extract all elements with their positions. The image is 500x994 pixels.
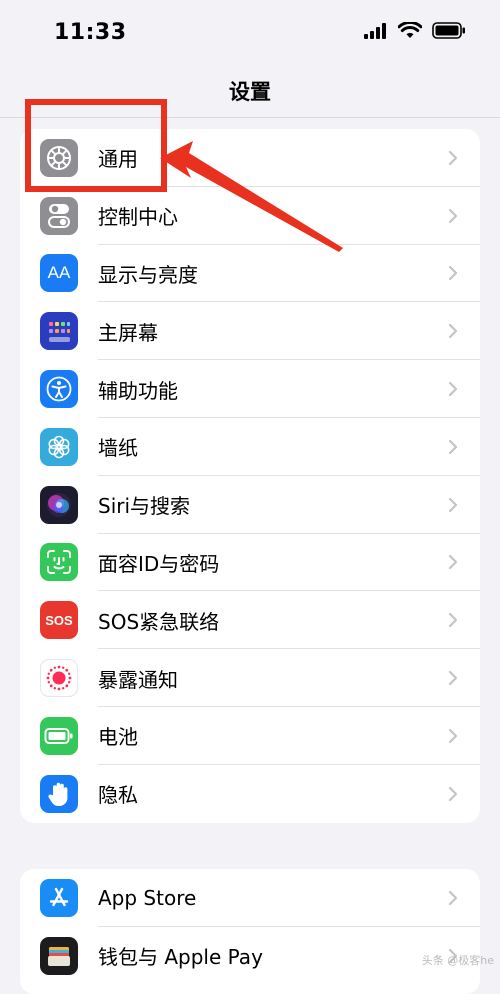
settings-row-display-brightness[interactable]: AA 显示与亮度 xyxy=(20,245,480,303)
settings-group-apps: App Store 钱包与 Apple Pay xyxy=(20,869,480,994)
chevron-right-icon xyxy=(448,381,458,397)
toggle-icon xyxy=(40,196,78,235)
settings-row-face-id-passcode[interactable]: 面容ID与密码 xyxy=(20,534,480,592)
aa-icon: AA xyxy=(40,254,78,293)
settings-row-label: 主屏幕 xyxy=(98,320,158,345)
status-bar: 11:33 xyxy=(0,0,500,66)
annotation-highlight-box xyxy=(25,99,167,192)
chevron-right-icon xyxy=(448,208,458,223)
settings-row-label: SOS紧急联络 xyxy=(98,609,220,634)
wifi-icon xyxy=(398,22,422,38)
chevron-right-icon xyxy=(448,324,458,339)
watermark: 头条 @极客he xyxy=(421,954,494,967)
chevron-right-icon xyxy=(448,613,458,628)
chevron-right-icon xyxy=(448,890,458,905)
settings-row-label: 电池 xyxy=(98,725,138,750)
settings-row-label: 墙纸 xyxy=(98,436,138,461)
signal-icon xyxy=(364,22,386,39)
chevron-right-icon xyxy=(448,439,458,454)
settings-row-battery[interactable]: 电池 xyxy=(20,707,480,765)
accessibility-icon xyxy=(40,370,78,409)
settings-row-wallpaper[interactable]: 墙纸 xyxy=(20,418,480,476)
face-id-icon xyxy=(40,543,78,582)
app-store-icon xyxy=(40,878,78,917)
chevron-right-icon xyxy=(448,150,458,165)
chevron-right-icon xyxy=(448,728,458,743)
settings-row-label: 钱包与 Apple Pay xyxy=(98,945,263,970)
settings-row-label: 控制中心 xyxy=(98,205,178,230)
chevron-right-icon xyxy=(448,786,458,801)
settings-row-label: App Store xyxy=(98,885,197,910)
settings-group-main: 通用 控制中心 AA 显示与亮度 主屏幕 辅助功能 墙纸 Siri与搜索 面容I… xyxy=(20,129,480,823)
status-time: 11:33 xyxy=(54,20,127,45)
chevron-right-icon xyxy=(448,266,458,281)
settings-row-exposure-notifications[interactable]: 暴露通知 xyxy=(20,649,480,707)
chevron-right-icon xyxy=(448,497,458,512)
settings-row-accessibility[interactable]: 辅助功能 xyxy=(20,360,480,418)
chevron-right-icon xyxy=(448,555,458,570)
sos-icon: SOS xyxy=(40,601,78,640)
settings-row-emergency-sos[interactable]: SOS SOS紧急联络 xyxy=(20,591,480,650)
hand-icon xyxy=(40,774,78,813)
settings-row-label: 隐私 xyxy=(98,783,138,808)
settings-row-control-center[interactable]: 控制中心 xyxy=(20,187,480,245)
siri-icon xyxy=(40,485,78,524)
chevron-right-icon xyxy=(448,670,458,686)
settings-row-label: 显示与亮度 xyxy=(98,262,198,287)
settings-row-privacy[interactable]: 隐私 xyxy=(20,765,480,823)
settings-row-label: 辅助功能 xyxy=(98,378,178,403)
settings-row-siri-search[interactable]: Siri与搜索 xyxy=(20,476,480,534)
settings-row-app-store[interactable]: App Store xyxy=(20,869,480,927)
battery-icon xyxy=(40,716,78,755)
settings-row-label: Siri与搜索 xyxy=(98,494,191,519)
battery-icon xyxy=(432,22,465,39)
settings-row-label: 面容ID与密码 xyxy=(98,551,220,576)
settings-row-home-screen[interactable]: 主屏幕 xyxy=(20,302,480,361)
exposure-icon xyxy=(40,659,78,698)
settings-row-label: 暴露通知 xyxy=(98,667,178,692)
home-grid-icon xyxy=(40,312,78,351)
wallet-icon xyxy=(40,936,78,975)
flower-icon xyxy=(40,427,78,466)
status-icons xyxy=(364,22,466,39)
settings-row-wallet-apple-pay[interactable]: 钱包与 Apple Pay xyxy=(20,927,480,985)
